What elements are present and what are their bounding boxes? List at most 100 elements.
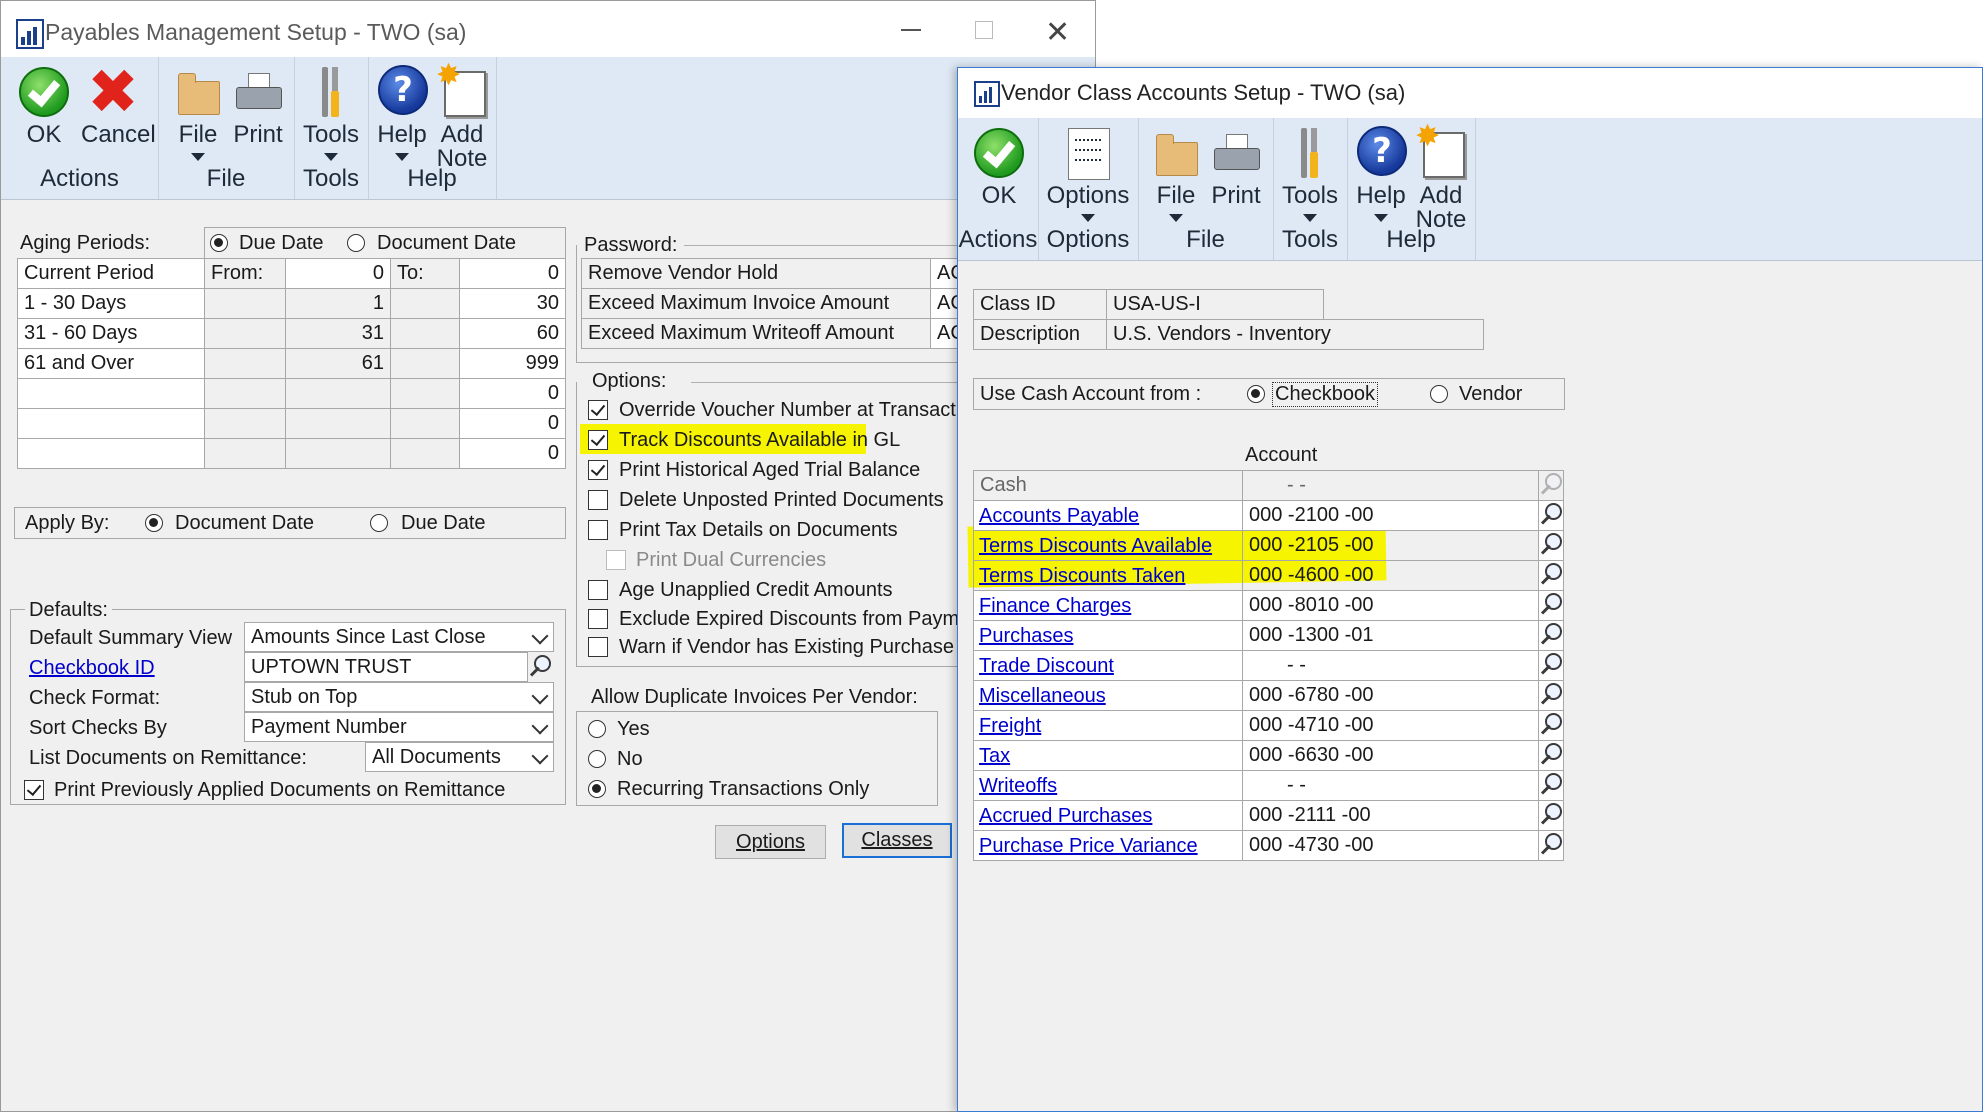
account-value[interactable]: - - bbox=[1242, 650, 1539, 681]
tools-menu-button[interactable]: Tools bbox=[1279, 122, 1341, 226]
account-link[interactable]: Writeoffs bbox=[979, 775, 1057, 798]
aging-row-name[interactable]: 61 and Over bbox=[17, 348, 205, 379]
lookup-icon[interactable] bbox=[1540, 803, 1562, 827]
list-docs-select[interactable]: All Documents bbox=[365, 742, 554, 772]
lookup-icon[interactable] bbox=[1540, 773, 1562, 797]
account-link[interactable]: Purchases bbox=[979, 625, 1074, 648]
lookup-icon[interactable] bbox=[1540, 563, 1562, 587]
account-link[interactable]: Accounts Payable bbox=[979, 505, 1139, 528]
lookup-icon[interactable] bbox=[1540, 833, 1562, 857]
account-value[interactable]: - - bbox=[1242, 770, 1539, 801]
tools-menu-button[interactable]: Tools bbox=[300, 61, 362, 165]
account-value[interactable]: 000 -6780 -00 bbox=[1242, 680, 1539, 711]
apply-due-date-radio[interactable] bbox=[370, 514, 388, 532]
aging-to-value[interactable]: 0 bbox=[459, 378, 566, 409]
account-value[interactable]: 000 -4730 -00 bbox=[1242, 830, 1539, 861]
sort-checks-select[interactable]: Payment Number bbox=[244, 712, 554, 742]
account-value[interactable]: 000 -8010 -00 bbox=[1242, 590, 1539, 621]
account-value[interactable]: 000 -2111 -00 bbox=[1242, 800, 1539, 831]
account-link[interactable]: Trade Discount bbox=[979, 655, 1114, 678]
options-button[interactable]: Options bbox=[715, 825, 826, 859]
aging-row-name[interactable] bbox=[17, 438, 205, 469]
lookup-icon[interactable] bbox=[1540, 623, 1562, 647]
option-checkbox[interactable] bbox=[588, 580, 608, 600]
ok-button[interactable]: OK bbox=[11, 61, 77, 151]
account-link[interactable]: Tax bbox=[979, 745, 1010, 768]
lookup-icon[interactable] bbox=[1540, 653, 1562, 677]
apply-by-label: Apply By: bbox=[25, 512, 110, 534]
maximize-button[interactable] bbox=[975, 21, 993, 39]
due-date-radio[interactable] bbox=[210, 234, 228, 252]
aging-to-value[interactable]: 0 bbox=[459, 438, 566, 469]
add-note-button[interactable]: ✸ Add Note bbox=[434, 61, 490, 173]
cash-checkbook-radio[interactable] bbox=[1247, 385, 1265, 403]
checkbook-id-link[interactable]: Checkbook ID bbox=[29, 657, 155, 680]
print-previous-checkbox[interactable] bbox=[24, 780, 44, 800]
account-value[interactable]: 000 -2105 -00 bbox=[1242, 530, 1539, 561]
aging-row-name[interactable] bbox=[17, 408, 205, 439]
lookup-icon[interactable] bbox=[1540, 743, 1562, 767]
lookup-icon[interactable] bbox=[1540, 683, 1562, 707]
check-format-select[interactable]: Stub on Top bbox=[244, 682, 554, 712]
apply-document-date-radio[interactable] bbox=[145, 514, 163, 532]
classes-button[interactable]: Classes bbox=[842, 823, 952, 858]
aging-row-name[interactable]: Current Period bbox=[17, 258, 205, 289]
account-link[interactable]: Terms Discounts Available bbox=[979, 535, 1212, 558]
account-value[interactable]: 000 -4600 -00 bbox=[1242, 560, 1539, 591]
duplicates-yes-radio[interactable] bbox=[588, 720, 606, 738]
option-checkbox[interactable] bbox=[588, 460, 608, 480]
aging-to-value[interactable]: 0 bbox=[459, 408, 566, 439]
account-value[interactable]: 000 -2100 -00 bbox=[1242, 500, 1539, 531]
lookup-icon[interactable] bbox=[1540, 533, 1562, 557]
account-link[interactable]: Terms Discounts Taken bbox=[979, 565, 1185, 588]
checkbook-id-field[interactable]: UPTOWN TRUST bbox=[244, 652, 528, 682]
aging-row-name[interactable]: 31 - 60 Days bbox=[17, 318, 205, 349]
account-link[interactable]: Miscellaneous bbox=[979, 685, 1106, 708]
close-icon[interactable]: ✕ bbox=[1045, 15, 1070, 50]
help-menu-button[interactable]: ? Help bbox=[374, 61, 430, 165]
print-button[interactable]: Print bbox=[1206, 122, 1266, 212]
lookup-icon[interactable] bbox=[1540, 713, 1562, 737]
ribbon-group-help: ? Help ✸ Add Note Help bbox=[368, 57, 497, 199]
lookup-icon[interactable] bbox=[529, 655, 551, 679]
account-link[interactable]: Purchase Price Variance bbox=[979, 835, 1198, 858]
list-docs-label: List Documents on Remittance: bbox=[29, 747, 307, 769]
aging-row-name[interactable]: 1 - 30 Days bbox=[17, 288, 205, 319]
option-checkbox[interactable] bbox=[588, 609, 608, 629]
help-menu-button[interactable]: ? Help bbox=[1353, 122, 1409, 226]
account-value[interactable]: 000 -4710 -00 bbox=[1242, 710, 1539, 741]
option-checkbox[interactable] bbox=[588, 490, 608, 510]
option-checkbox[interactable] bbox=[588, 637, 608, 657]
document-date-radio[interactable] bbox=[347, 234, 365, 252]
aging-to-value[interactable]: 60 bbox=[459, 318, 566, 349]
cancel-button[interactable]: ✖ Cancel bbox=[81, 61, 156, 151]
duplicates-recurring-radio[interactable] bbox=[588, 780, 606, 798]
lookup-icon[interactable] bbox=[1540, 503, 1562, 527]
aging-to-value[interactable]: 0 bbox=[459, 258, 566, 289]
tools-icon bbox=[1299, 128, 1321, 178]
add-note-button[interactable]: ✸ Add Note bbox=[1413, 122, 1469, 234]
account-value[interactable]: 000 -1300 -01 bbox=[1242, 620, 1539, 651]
option-checkbox[interactable] bbox=[588, 520, 608, 540]
option-checkbox[interactable] bbox=[588, 430, 608, 450]
account-link[interactable]: Accrued Purchases bbox=[979, 805, 1152, 828]
duplicates-no-radio[interactable] bbox=[588, 750, 606, 768]
aging-to-value[interactable]: 999 bbox=[459, 348, 566, 379]
account-value[interactable]: 000 -6630 -00 bbox=[1242, 740, 1539, 771]
options-menu-button[interactable]: Options bbox=[1046, 122, 1130, 226]
file-menu-button[interactable]: File bbox=[168, 61, 228, 165]
ok-button[interactable]: OK bbox=[966, 122, 1032, 212]
option-checkbox[interactable] bbox=[588, 400, 608, 420]
file-menu-button[interactable]: File bbox=[1146, 122, 1206, 226]
print-button[interactable]: Print bbox=[228, 61, 288, 151]
account-link[interactable]: Finance Charges bbox=[979, 595, 1131, 618]
aging-row-name[interactable] bbox=[17, 378, 205, 409]
cash-vendor-radio[interactable] bbox=[1430, 385, 1448, 403]
lookup-icon[interactable] bbox=[1540, 593, 1562, 617]
aging-from-value[interactable]: 0 bbox=[285, 258, 391, 289]
summary-view-select[interactable]: Amounts Since Last Close bbox=[244, 622, 554, 652]
minimize-button[interactable] bbox=[901, 29, 921, 31]
account-link[interactable]: Freight bbox=[979, 715, 1041, 738]
aging-to-value[interactable]: 30 bbox=[459, 288, 566, 319]
aging-to-label: To: bbox=[390, 258, 460, 289]
